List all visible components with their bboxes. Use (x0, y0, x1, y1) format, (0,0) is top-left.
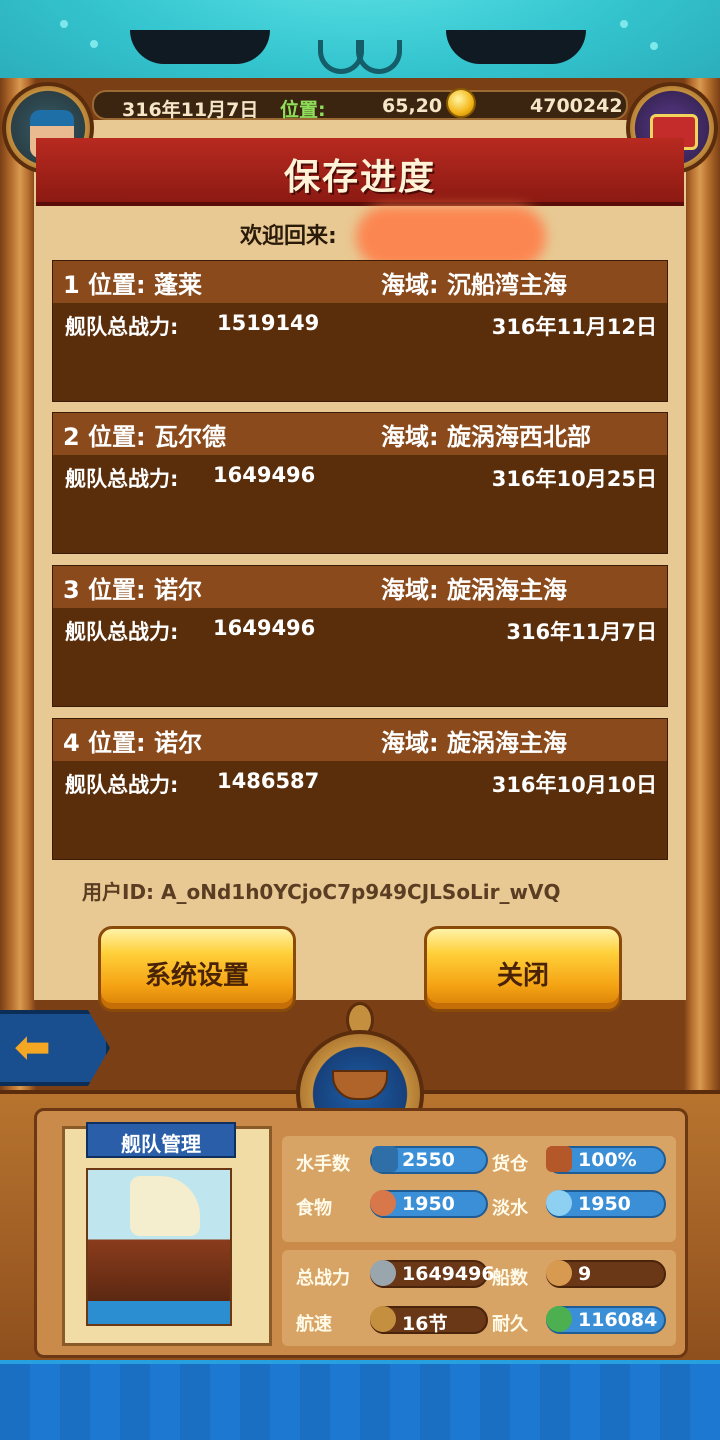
back-button[interactable]: ⬅ (0, 1010, 110, 1086)
food-value: 1950 (402, 1193, 455, 1215)
durability-value: 116084 (578, 1309, 658, 1331)
slot-location: 2 位置: 瓦尔德 (63, 423, 227, 451)
speed-value: 16节 (402, 1313, 448, 1335)
save-slot-4[interactable]: 4 位置: 诺尔 海域: 旋涡海主海 舰队总战力: 1486587 316年10… (52, 718, 668, 860)
fleet-management-tab[interactable]: 舰队管理 (86, 1122, 236, 1158)
gold-coin-icon (446, 88, 476, 118)
meat-icon (370, 1190, 396, 1216)
cargo-crate-icon (546, 1146, 572, 1172)
save-slot-2[interactable]: 2 位置: 瓦尔德 海域: 旋涡海西北部 舰队总战力: 1649496 316年… (52, 412, 668, 554)
arrow-left-icon: ⬅ (14, 1022, 51, 1073)
sailors-value: 2550 (402, 1149, 455, 1171)
redacted-username (356, 206, 546, 268)
total-power-label: 总战力 (296, 1268, 350, 1289)
sailor-icon (372, 1146, 398, 1172)
sail-speed-icon (370, 1306, 396, 1332)
system-settings-label: 系统设置 (144, 961, 249, 991)
slot-power-label: 舰队总战力: (65, 620, 179, 644)
decoration-dot (90, 40, 98, 48)
save-slot-3[interactable]: 3 位置: 诺尔 海域: 旋涡海主海 舰队总战力: 1649496 316年11… (52, 565, 668, 707)
welcome-text: 欢迎回来: (240, 224, 337, 249)
status-bar: 316年11月7日 位置: 65,20 4700242 (92, 90, 628, 121)
decoration-dot (60, 20, 68, 28)
position-label: 位置: (280, 99, 326, 121)
game-date: 316年11月7日 (122, 99, 259, 121)
close-label: 关闭 (496, 961, 549, 991)
ship-count-label: 船数 (492, 1268, 528, 1289)
slot-sea: 海域: 旋涡海主海 (381, 729, 567, 757)
page-title: 保存进度 (283, 157, 436, 198)
title-bar: 保存进度 (36, 138, 684, 206)
slot-power: 1519149 (217, 311, 320, 335)
sailors-label: 水手数 (296, 1154, 350, 1175)
slot-power-label: 舰队总战力: (65, 315, 179, 339)
decoration-dot (620, 20, 628, 28)
cargo-label: 货仓 (492, 1154, 528, 1175)
slot-location: 3 位置: 诺尔 (63, 576, 203, 604)
slot-sea: 海域: 旋涡海主海 (381, 576, 567, 604)
slot-date: 316年10月10日 (491, 773, 657, 797)
bottom-navigation-strip (0, 1360, 720, 1440)
close-button[interactable]: 关闭 (424, 926, 622, 1012)
slot-location: 4 位置: 诺尔 (63, 729, 203, 757)
slot-location: 1 位置: 蓬莱 (63, 271, 203, 299)
durability-label: 耐久 (492, 1314, 528, 1335)
slot-power: 1649496 (213, 463, 316, 487)
system-settings-button[interactable]: 系统设置 (98, 926, 296, 1012)
crossed-swords-icon (370, 1260, 396, 1286)
cargo-value: 100% (578, 1149, 637, 1171)
water-jug-icon (546, 1190, 572, 1216)
slot-power-label: 舰队总战力: (65, 773, 179, 797)
user-id: 用户ID: A_oNd1h0YCjoC7p949CJLSoLir_wVQ (82, 880, 561, 904)
ship-count-value: 9 (578, 1263, 592, 1285)
slot-power: 1486587 (217, 769, 320, 793)
slot-sea: 海域: 旋涡海西北部 (381, 423, 591, 451)
position-value: 65,20 (382, 95, 443, 117)
save-slot-1[interactable]: 1 位置: 蓬莱 海域: 沉船湾主海 舰队总战力: 1519149 316年11… (52, 260, 668, 402)
total-power-value: 1649496 (402, 1263, 495, 1285)
slot-date: 316年11月7日 (506, 620, 657, 644)
water-label: 淡水 (492, 1198, 528, 1219)
repair-icon (546, 1306, 572, 1332)
right-eye-decoration (446, 30, 586, 64)
fleet-management-label: 舰队管理 (121, 1132, 201, 1156)
slot-power: 1649496 (213, 616, 316, 640)
food-label: 食物 (296, 1198, 332, 1219)
water-value: 1950 (578, 1193, 631, 1215)
left-eye-decoration (130, 30, 270, 64)
slot-power-label: 舰队总战力: (65, 467, 179, 491)
ship-count-icon (546, 1260, 572, 1286)
slot-date: 316年11月12日 (491, 315, 657, 339)
decoration-dot (650, 42, 658, 50)
slot-date: 316年10月25日 (491, 467, 657, 491)
gold-amount: 4700242 (530, 95, 623, 117)
slot-sea: 海域: 沉船湾主海 (381, 271, 567, 299)
speed-label: 航速 (296, 1314, 332, 1335)
